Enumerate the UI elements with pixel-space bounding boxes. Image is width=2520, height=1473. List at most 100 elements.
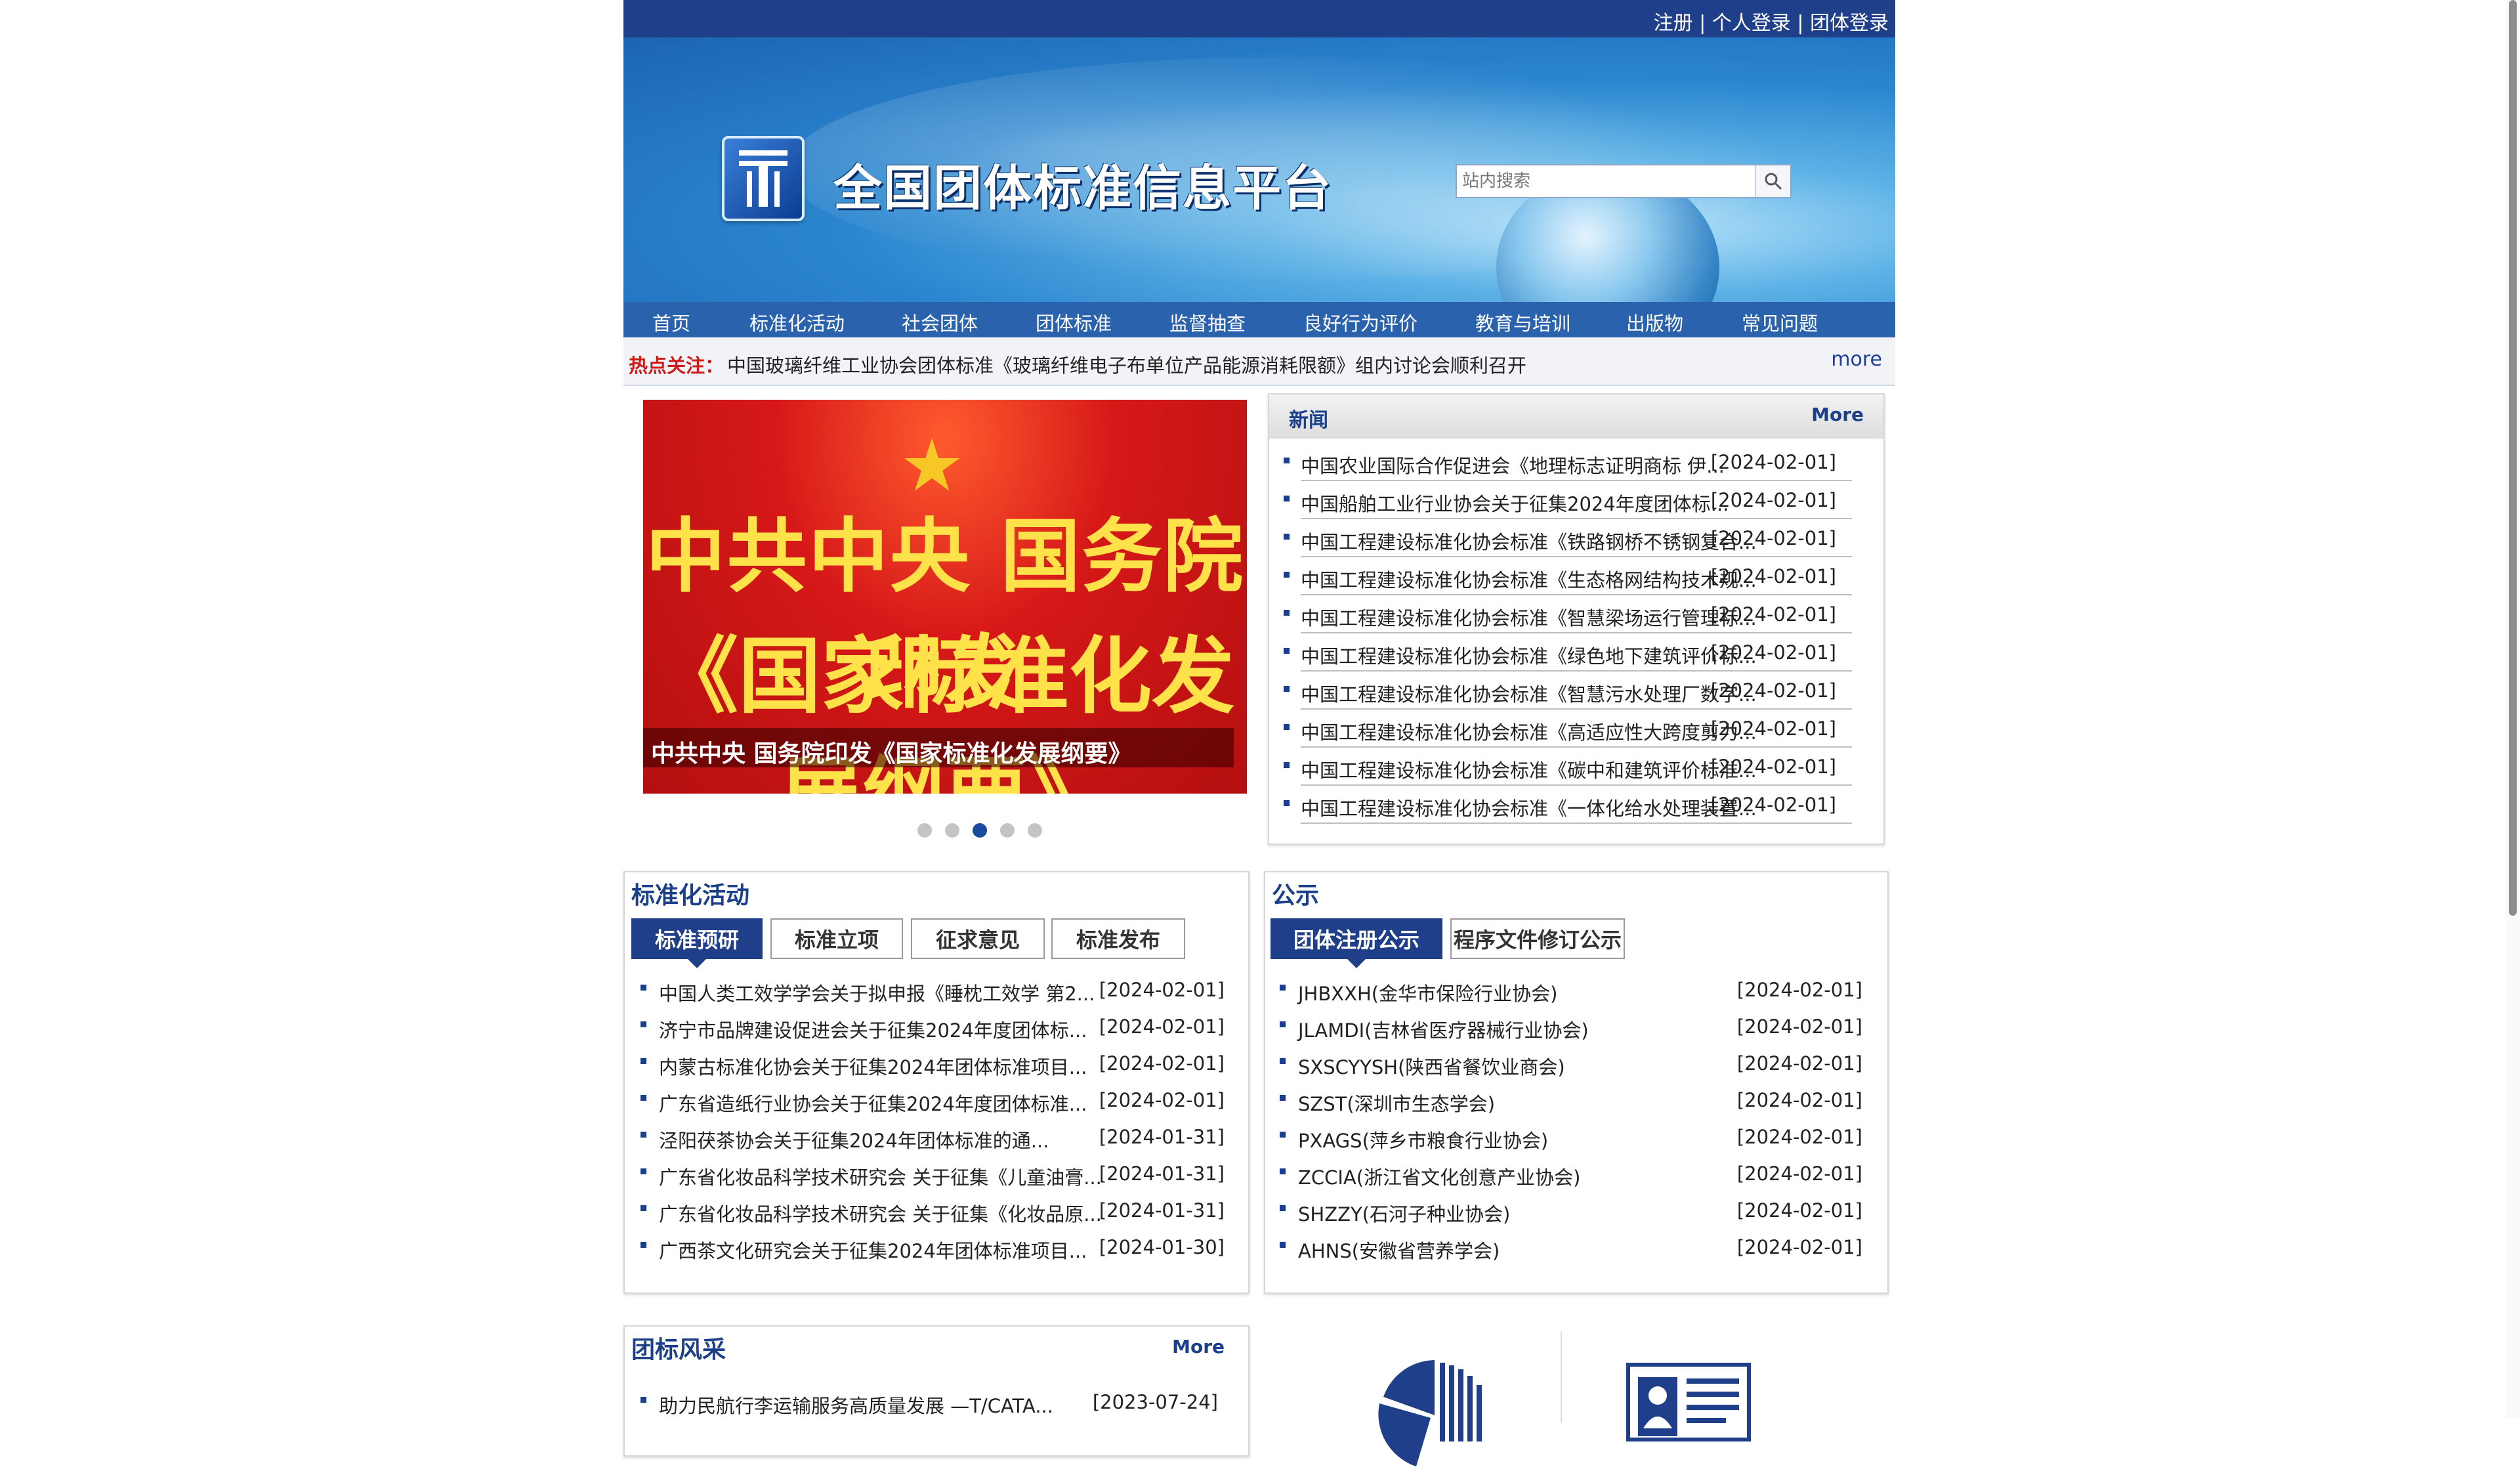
carousel-dot[interactable] xyxy=(945,823,959,838)
nav-item-group-standards[interactable]: 团体标准 xyxy=(1036,309,1112,336)
notice-item-title[interactable]: SXSCYYSH(陕西省餐饮业商会) xyxy=(1298,1052,1565,1080)
notice-item[interactable]: SHZZY(石河子种业协会) [2024-02-01] xyxy=(1280,1191,1862,1228)
news-item[interactable]: 中国工程建设标准化协会标准《铁路钢桥不锈钢复合... [2024-02-01] xyxy=(1284,518,1852,557)
activity-item-title[interactable]: 广东省造纸行业协会关于征集2024年度团体标准... xyxy=(659,1089,1087,1117)
activity-item[interactable]: 中国人类工效学学会关于拟申报《睡枕工效学 第2... [2024-02-01] xyxy=(640,971,1225,1008)
search-input[interactable] xyxy=(1457,165,1752,197)
search-button[interactable] xyxy=(1755,165,1790,197)
activity-item-title[interactable]: 广东省化妆品科学技术研究会 关于征集《化妆品原... xyxy=(659,1199,1102,1227)
activity-item-title[interactable]: 内蒙古标准化协会关于征集2024年团体标准项目... xyxy=(659,1052,1087,1080)
notice-item[interactable]: SZST(深圳市生态学会) [2024-02-01] xyxy=(1280,1081,1862,1118)
activity-item[interactable]: 泾阳茯茶协会关于征集2024年团体标准的通... [2024-01-31] xyxy=(640,1118,1225,1155)
activity-item[interactable]: 广东省化妆品科学技术研究会 关于征集《儿童油膏... [2024-01-31] xyxy=(640,1155,1225,1191)
news-item-title[interactable]: 中国工程建设标准化协会标准《一体化给水处理装置... xyxy=(1301,794,1757,821)
notice-item-title[interactable]: SHZZY(石河子种业协会) xyxy=(1298,1199,1510,1227)
nav-item-supervision[interactable]: 监督抽查 xyxy=(1169,309,1246,336)
news-item-title[interactable]: 中国工程建设标准化协会标准《高适应性大跨度剪力... xyxy=(1301,717,1757,745)
news-item[interactable]: 中国农业国际合作促进会《地理标志证明商标 伊... [2024-02-01] xyxy=(1284,442,1852,481)
group-login-link[interactable]: 团体登录 xyxy=(1810,12,1889,35)
nav-item-faq[interactable]: 常见问题 xyxy=(1742,309,1818,336)
activity-item[interactable]: 济宁市品牌建设促进会关于征集2024年度团体标... [2024-02-01] xyxy=(640,1008,1225,1044)
activity-item[interactable]: 广东省化妆品科学技术研究会 关于征集《化妆品原... [2024-01-31] xyxy=(640,1191,1225,1228)
tab-comments[interactable]: 征求意见 xyxy=(911,918,1045,959)
notice-item[interactable]: PXAGS(萍乡市粮食行业协会) [2024-02-01] xyxy=(1280,1118,1862,1155)
hot-topic-link[interactable]: 中国玻璃纤维工业协会团体标准《玻璃纤维电子布单位产品能源消耗限额》组内讨论会顺利… xyxy=(727,351,1526,378)
news-item-title[interactable]: 中国工程建设标准化协会标准《碳中和建筑评价标准... xyxy=(1301,756,1757,783)
bullet-icon xyxy=(1284,458,1290,463)
nav-item-evaluation[interactable]: 良好行为评价 xyxy=(1303,309,1418,336)
carousel-dot-active[interactable] xyxy=(973,823,987,838)
activity-item-title[interactable]: 广东省化妆品科学技术研究会 关于征集《儿童油膏... xyxy=(659,1163,1102,1190)
bullet-icon xyxy=(640,1132,646,1138)
notice-item[interactable]: JLAMDI(吉林省医疗器械行业协会) [2024-02-01] xyxy=(1280,1008,1862,1044)
tab-release[interactable]: 标准发布 xyxy=(1051,918,1185,959)
bullet-icon xyxy=(1280,1168,1286,1174)
notice-item-date: [2024-02-01] xyxy=(1736,1163,1862,1185)
tab-registration-notice[interactable]: 团体注册公示 xyxy=(1270,918,1442,968)
slide-caption[interactable]: 中共中央 国务院印发《国家标准化发展纲要》 xyxy=(651,735,1132,769)
activity-item[interactable]: 广西茶文化研究会关于征集2024年团体标准项目... [2024-01-30] xyxy=(640,1228,1225,1265)
news-item-title[interactable]: 中国工程建设标准化协会标准《智慧梁场运行管理标... xyxy=(1301,603,1757,631)
bullet-icon xyxy=(1280,1205,1286,1211)
account-links: 注册 | 个人登录 | 团体登录 xyxy=(1654,7,1889,35)
notice-item-title[interactable]: JHBXXH(金华市保险行业协会) xyxy=(1298,979,1557,1006)
showcase-item-title[interactable]: 助力民航行李运输服务高质量发展 —T/CATA... xyxy=(659,1391,1053,1419)
news-item[interactable]: 中国工程建设标准化协会标准《高适应性大跨度剪力... [2024-02-01] xyxy=(1284,708,1852,748)
news-item[interactable]: 中国工程建设标准化协会标准《智慧污水处理厂数字... [2024-02-01] xyxy=(1284,670,1852,710)
nav-item-activities[interactable]: 标准化活动 xyxy=(749,309,845,336)
id-card-icon[interactable] xyxy=(1626,1363,1751,1441)
nav-item-associations[interactable]: 社会团体 xyxy=(902,309,978,336)
notice-item[interactable]: JHBXXH(金华市保险行业协会) [2024-02-01] xyxy=(1280,971,1862,1008)
personal-login-link[interactable]: 个人登录 xyxy=(1712,12,1791,35)
news-item[interactable]: 中国工程建设标准化协会标准《一体化给水处理装置... [2024-02-01] xyxy=(1284,784,1852,824)
notice-item-date: [2024-02-01] xyxy=(1736,1199,1862,1222)
hot-more-link[interactable]: more xyxy=(1831,348,1882,371)
showcase-item[interactable]: 助力民航行李运输服务高质量发展 —T/CATA... [2023-07-24] xyxy=(640,1383,1218,1420)
news-item[interactable]: 中国工程建设标准化协会标准《生态格网结构技术规... [2024-02-01] xyxy=(1284,556,1852,595)
news-item[interactable]: 中国工程建设标准化协会标准《智慧梁场运行管理标... [2024-02-01] xyxy=(1284,594,1852,633)
bullet-icon xyxy=(1284,572,1290,578)
site-logo[interactable] xyxy=(722,136,805,221)
news-item[interactable]: 中国工程建设标准化协会标准《绿色地下建筑评价标... [2024-02-01] xyxy=(1284,632,1852,672)
news-item-title[interactable]: 中国工程建设标准化协会标准《绿色地下建筑评价标... xyxy=(1301,641,1757,669)
carousel-dot[interactable] xyxy=(1000,823,1015,838)
register-link[interactable]: 注册 xyxy=(1654,12,1693,35)
news-item-title[interactable]: 中国工程建设标准化协会标准《铁路钢桥不锈钢复合... xyxy=(1301,527,1757,555)
news-item[interactable]: 中国船舶工业行业协会关于征集2024年度团体标... [2024-02-01] xyxy=(1284,480,1852,519)
tab-pre-research[interactable]: 标准预研 xyxy=(631,918,763,968)
news-item[interactable]: 中国工程建设标准化协会标准《碳中和建筑评价标准... [2024-02-01] xyxy=(1284,746,1852,786)
news-more-link[interactable]: More xyxy=(1811,404,1864,425)
notice-item-title[interactable]: JLAMDI(吉林省医疗器械行业协会) xyxy=(1298,1015,1589,1043)
activity-item-title[interactable]: 中国人类工效学学会关于拟申报《睡枕工效学 第2... xyxy=(659,979,1095,1006)
nav-item-education[interactable]: 教育与培训 xyxy=(1475,309,1570,336)
pie-chart-icon[interactable] xyxy=(1377,1357,1492,1473)
nav-item-home[interactable]: 首页 xyxy=(652,309,690,336)
activity-item-title[interactable]: 广西茶文化研究会关于征集2024年团体标准项目... xyxy=(659,1236,1087,1264)
carousel-slide[interactable]: ★ 中共中央 国务院印发 《国家标准化发展纲要》 中共中央 国务院印发《国家标准… xyxy=(643,400,1247,794)
notice-item-title[interactable]: SZST(深圳市生态学会) xyxy=(1298,1089,1495,1117)
news-item-title[interactable]: 中国工程建设标准化协会标准《生态格网结构技术规... xyxy=(1301,565,1757,593)
activity-item[interactable]: 内蒙古标准化协会关于征集2024年团体标准项目... [2024-02-01] xyxy=(640,1044,1225,1081)
tab-project-approval[interactable]: 标准立项 xyxy=(770,918,903,959)
activity-item[interactable]: 广东省造纸行业协会关于征集2024年度团体标准... [2024-02-01] xyxy=(640,1081,1225,1118)
scrollbar-thumb[interactable] xyxy=(2509,0,2517,916)
showcase-more-link[interactable]: More xyxy=(1172,1336,1225,1357)
activity-item-title[interactable]: 济宁市品牌建设促进会关于征集2024年度团体标... xyxy=(659,1015,1087,1043)
carousel-dot[interactable] xyxy=(1028,823,1042,838)
news-item-title[interactable]: 中国工程建设标准化协会标准《智慧污水处理厂数字... xyxy=(1301,679,1757,707)
news-item-title[interactable]: 中国农业国际合作促进会《地理标志证明商标 伊... xyxy=(1301,451,1725,479)
tab-procedure-revision-notice[interactable]: 程序文件修订公示 xyxy=(1450,918,1625,959)
separator: | xyxy=(1699,12,1706,35)
carousel-dot[interactable] xyxy=(917,823,932,838)
page-scrollbar[interactable] xyxy=(2506,0,2520,1418)
notice-item-title[interactable]: PXAGS(萍乡市粮食行业协会) xyxy=(1298,1126,1548,1153)
notice-item[interactable]: ZCCIA(浙江省文化创意产业协会) [2024-02-01] xyxy=(1280,1155,1862,1191)
activity-item-title[interactable]: 泾阳茯茶协会关于征集2024年团体标准的通... xyxy=(659,1126,1049,1153)
notice-item-title[interactable]: ZCCIA(浙江省文化创意产业协会) xyxy=(1298,1163,1580,1190)
notice-item[interactable]: SXSCYYSH(陕西省餐饮业商会) [2024-02-01] xyxy=(1280,1044,1862,1081)
nav-item-publications[interactable]: 出版物 xyxy=(1626,309,1683,336)
news-item-title[interactable]: 中国船舶工业行业协会关于征集2024年度团体标... xyxy=(1301,489,1729,517)
bullet-icon xyxy=(1280,1058,1286,1064)
notice-item-title[interactable]: AHNS(安徽省营养学会) xyxy=(1298,1236,1500,1264)
notice-item[interactable]: AHNS(安徽省营养学会) [2024-02-01] xyxy=(1280,1228,1862,1265)
